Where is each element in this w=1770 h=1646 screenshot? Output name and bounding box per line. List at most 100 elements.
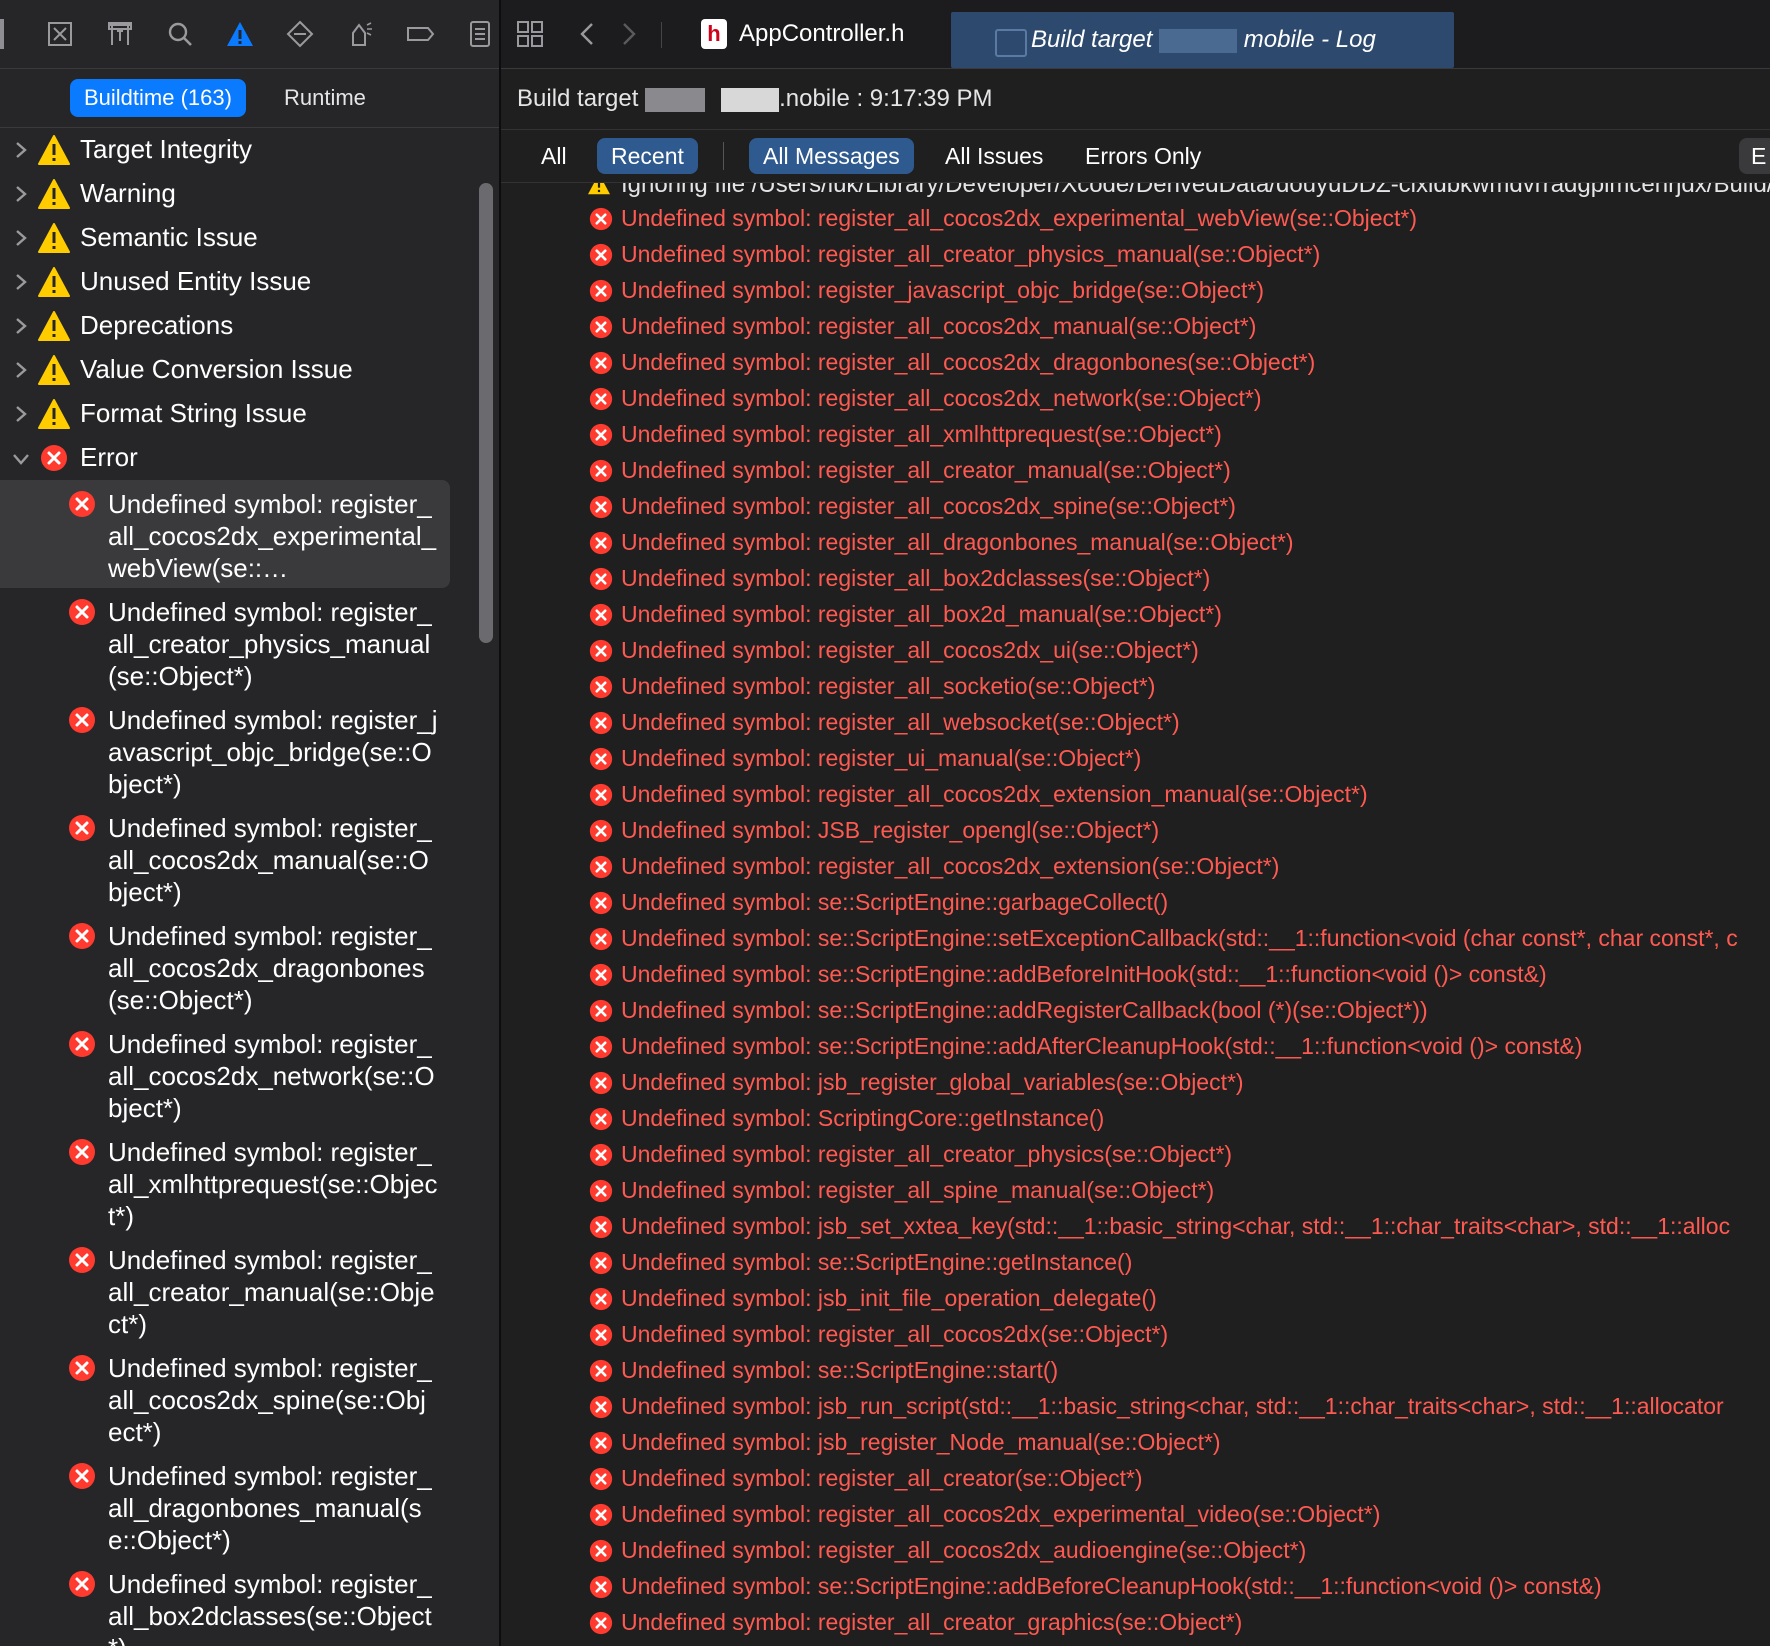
issue-group-row[interactable]: Deprecations	[0, 304, 480, 348]
log-error-row[interactable]: Undefined symbol: jsb_run_script(std::__…	[501, 1391, 1770, 1427]
error-issue-item[interactable]: Undefined symbol: register_javascript_ob…	[0, 696, 480, 804]
error-issue-item[interactable]: Undefined symbol: register_all_cocos2dx_…	[0, 804, 480, 912]
project-navigator-icon[interactable]	[30, 0, 90, 68]
log-error-row[interactable]: Undefined symbol: se::ScriptEngine::addA…	[501, 1031, 1770, 1067]
error-icon	[589, 1035, 613, 1059]
tab-label: AppController.h	[739, 20, 905, 47]
issue-group-row[interactable]: Target Integrity	[0, 128, 480, 172]
breakpoint-navigator-icon[interactable]	[450, 0, 499, 68]
chevron-down-icon[interactable]	[11, 452, 31, 466]
redacted-text	[645, 87, 706, 112]
error-issue-item[interactable]: Undefined symbol: register_all_cocos2dx_…	[0, 1020, 480, 1128]
log-error-row[interactable]: Undefined symbol: register_all_creator_m…	[501, 455, 1770, 491]
log-error-row[interactable]: Undefined symbol: register_all_creator_p…	[501, 1139, 1770, 1175]
log-error-row[interactable]: Undefined symbol: register_all_socketio(…	[501, 671, 1770, 707]
issue-group-row[interactable]: Warning	[0, 172, 480, 216]
buildtime-segment[interactable]: Buildtime (163)	[70, 79, 246, 117]
log-error-row[interactable]: Undefined symbol: register_all_cocos2dx_…	[501, 311, 1770, 347]
debug-navigator-icon[interactable]	[390, 0, 450, 68]
issue-group-row[interactable]: Value Conversion Issue	[0, 348, 480, 392]
log-error-row[interactable]: Undefined symbol: register_all_cocos2dx(…	[501, 1319, 1770, 1355]
issue-tree: Target Integrity Warning Semantic Issue Unu…	[0, 128, 480, 1646]
error-issue-item[interactable]: Undefined symbol: register_all_cocos2dx_…	[0, 912, 480, 1020]
error-issue-text: Undefined symbol: register_all_cocos2dx_…	[108, 1353, 432, 1447]
runtime-segment[interactable]: Runtime	[270, 79, 380, 117]
log-error-row[interactable]: Undefined symbol: jsb_set_xxtea_key(std:…	[501, 1211, 1770, 1247]
filter-recent[interactable]: Recent	[597, 138, 698, 174]
export-button[interactable]: E	[1739, 138, 1770, 174]
issue-navigator-icon[interactable]	[270, 0, 330, 68]
log-error-row[interactable]: Undefined symbol: se::ScriptEngine::setE…	[501, 923, 1770, 959]
log-error-row[interactable]: Undefined symbol: register_all_box2dclas…	[501, 563, 1770, 599]
error-issue-text: Undefined symbol: register_all_cocos2dx_…	[108, 1029, 435, 1123]
issue-group-row[interactable]: Format String Issue	[0, 392, 480, 436]
test-navigator-icon[interactable]	[330, 0, 390, 68]
issue-group-label: Value Conversion Issue	[80, 354, 353, 384]
chevron-right-icon[interactable]	[14, 272, 28, 292]
chevron-right-icon[interactable]	[14, 360, 28, 380]
log-header: Build target .nobile : 9:17:39 PM	[501, 69, 1770, 130]
log-error-row[interactable]: Undefined symbol: register_all_creator_p…	[501, 239, 1770, 275]
symbol-navigator-icon[interactable]	[150, 0, 210, 68]
log-error-row[interactable]: Undefined symbol: register_all_cocos2dx_…	[501, 1499, 1770, 1535]
filter-all-issues[interactable]: All Issues	[931, 138, 1057, 174]
log-error-row[interactable]: Undefined symbol: jsb_register_Node_manu…	[501, 1427, 1770, 1463]
filter-errors-only[interactable]: Errors Only	[1071, 138, 1215, 174]
log-error-row[interactable]: Undefined symbol: register_all_box2d_man…	[501, 599, 1770, 635]
issue-group-row[interactable]: Error	[0, 436, 480, 480]
log-error-row[interactable]: Undefined symbol: se::ScriptEngine::addB…	[501, 959, 1770, 995]
log-error-row[interactable]: Undefined symbol: se::ScriptEngine::star…	[501, 1355, 1770, 1391]
tab-appcontroller[interactable]: h AppController.h	[701, 12, 904, 56]
filter-all-messages[interactable]: All Messages	[749, 138, 914, 174]
chevron-right-icon[interactable]	[14, 184, 28, 204]
log-error-row[interactable]: Undefined symbol: JSB_register_opengl(se…	[501, 815, 1770, 851]
chevron-right-icon[interactable]	[14, 404, 28, 424]
log-error-row[interactable]: Undefined symbol: register_all_xmlhttpre…	[501, 419, 1770, 455]
log-error-row[interactable]: Undefined symbol: ScriptingCore::getInst…	[501, 1103, 1770, 1139]
log-error-row[interactable]: Undefined symbol: register_ui_manual(se:…	[501, 743, 1770, 779]
navigator-scrollbar[interactable]	[479, 183, 493, 643]
issue-group-row[interactable]: Semantic Issue	[0, 216, 480, 260]
log-error-row[interactable]: Undefined symbol: register_all_spine_man…	[501, 1175, 1770, 1211]
error-issue-item[interactable]: Undefined symbol: register_all_box2dclas…	[0, 1560, 480, 1646]
error-icon	[589, 387, 613, 411]
log-error-row[interactable]: Undefined symbol: register_all_creator(s…	[501, 1463, 1770, 1499]
log-error-row[interactable]: Undefined symbol: register_all_websocket…	[501, 707, 1770, 743]
find-icon[interactable]	[210, 0, 270, 68]
chevron-right-icon[interactable]	[14, 228, 28, 248]
log-error-row[interactable]: Undefined symbol: register_javascript_ob…	[501, 275, 1770, 311]
error-issue-item[interactable]: Undefined symbol: register_all_xmlhttpre…	[0, 1128, 480, 1236]
log-error-row[interactable]: Undefined symbol: jsb_register_global_va…	[501, 1067, 1770, 1103]
source-control-icon[interactable]	[90, 0, 150, 68]
log-error-row[interactable]: Undefined symbol: register_all_cocos2dx_…	[501, 383, 1770, 419]
log-error-row[interactable]: Undefined symbol: register_all_dragonbon…	[501, 527, 1770, 563]
log-error-row[interactable]: Undefined symbol: jsb_init_file_operatio…	[501, 1283, 1770, 1319]
log-error-row[interactable]: Undefined symbol: register_all_cocos2dx_…	[501, 851, 1770, 887]
log-error-row[interactable]: Undefined symbol: register_all_cocos2dx_…	[501, 1535, 1770, 1571]
back-chevron-icon[interactable]	[573, 19, 603, 49]
issue-group-row[interactable]: Unused Entity Issue	[0, 260, 480, 304]
error-issue-item[interactable]: Undefined symbol: register_all_creator_p…	[0, 588, 480, 696]
log-error-row[interactable]: Undefined symbol: register_all_cocos2dx_…	[501, 491, 1770, 527]
log-error-row[interactable]: Undefined symbol: se::ScriptEngine::addR…	[501, 995, 1770, 1031]
log-error-row[interactable]: Undefined symbol: register_all_cocos2dx_…	[501, 635, 1770, 671]
log-error-row[interactable]: Undefined symbol: register_all_creator_g…	[501, 1607, 1770, 1643]
error-icon	[68, 1246, 96, 1274]
chevron-right-icon[interactable]	[14, 140, 28, 160]
forward-chevron-icon[interactable]	[613, 19, 643, 49]
error-issue-item[interactable]: Undefined symbol: register_all_cocos2dx_…	[0, 1344, 480, 1452]
tab-build-log[interactable]: Build target mobile - Log	[951, 12, 1454, 68]
log-error-row[interactable]: Undefined symbol: se::ScriptEngine::addB…	[501, 1571, 1770, 1607]
log-error-row[interactable]: Undefined symbol: register_all_cocos2dx_…	[501, 347, 1770, 383]
related-items-icon[interactable]	[515, 19, 545, 49]
chevron-right-icon[interactable]	[14, 316, 28, 336]
error-icon	[68, 922, 96, 950]
error-issue-item[interactable]: Undefined symbol: register_all_creator_m…	[0, 1236, 480, 1344]
error-issue-item[interactable]: Undefined symbol: register_all_cocos2dx_…	[0, 480, 450, 588]
filter-all[interactable]: All	[527, 138, 581, 174]
log-error-row[interactable]: Undefined symbol: se::ScriptEngine::getI…	[501, 1247, 1770, 1283]
error-issue-item[interactable]: Undefined symbol: register_all_dragonbon…	[0, 1452, 480, 1560]
log-error-row[interactable]: Undefined symbol: register_all_cocos2dx_…	[501, 203, 1770, 239]
log-error-row[interactable]: Undefined symbol: register_all_cocos2dx_…	[501, 779, 1770, 815]
log-error-row[interactable]: Undefined symbol: se::ScriptEngine::garb…	[501, 887, 1770, 923]
